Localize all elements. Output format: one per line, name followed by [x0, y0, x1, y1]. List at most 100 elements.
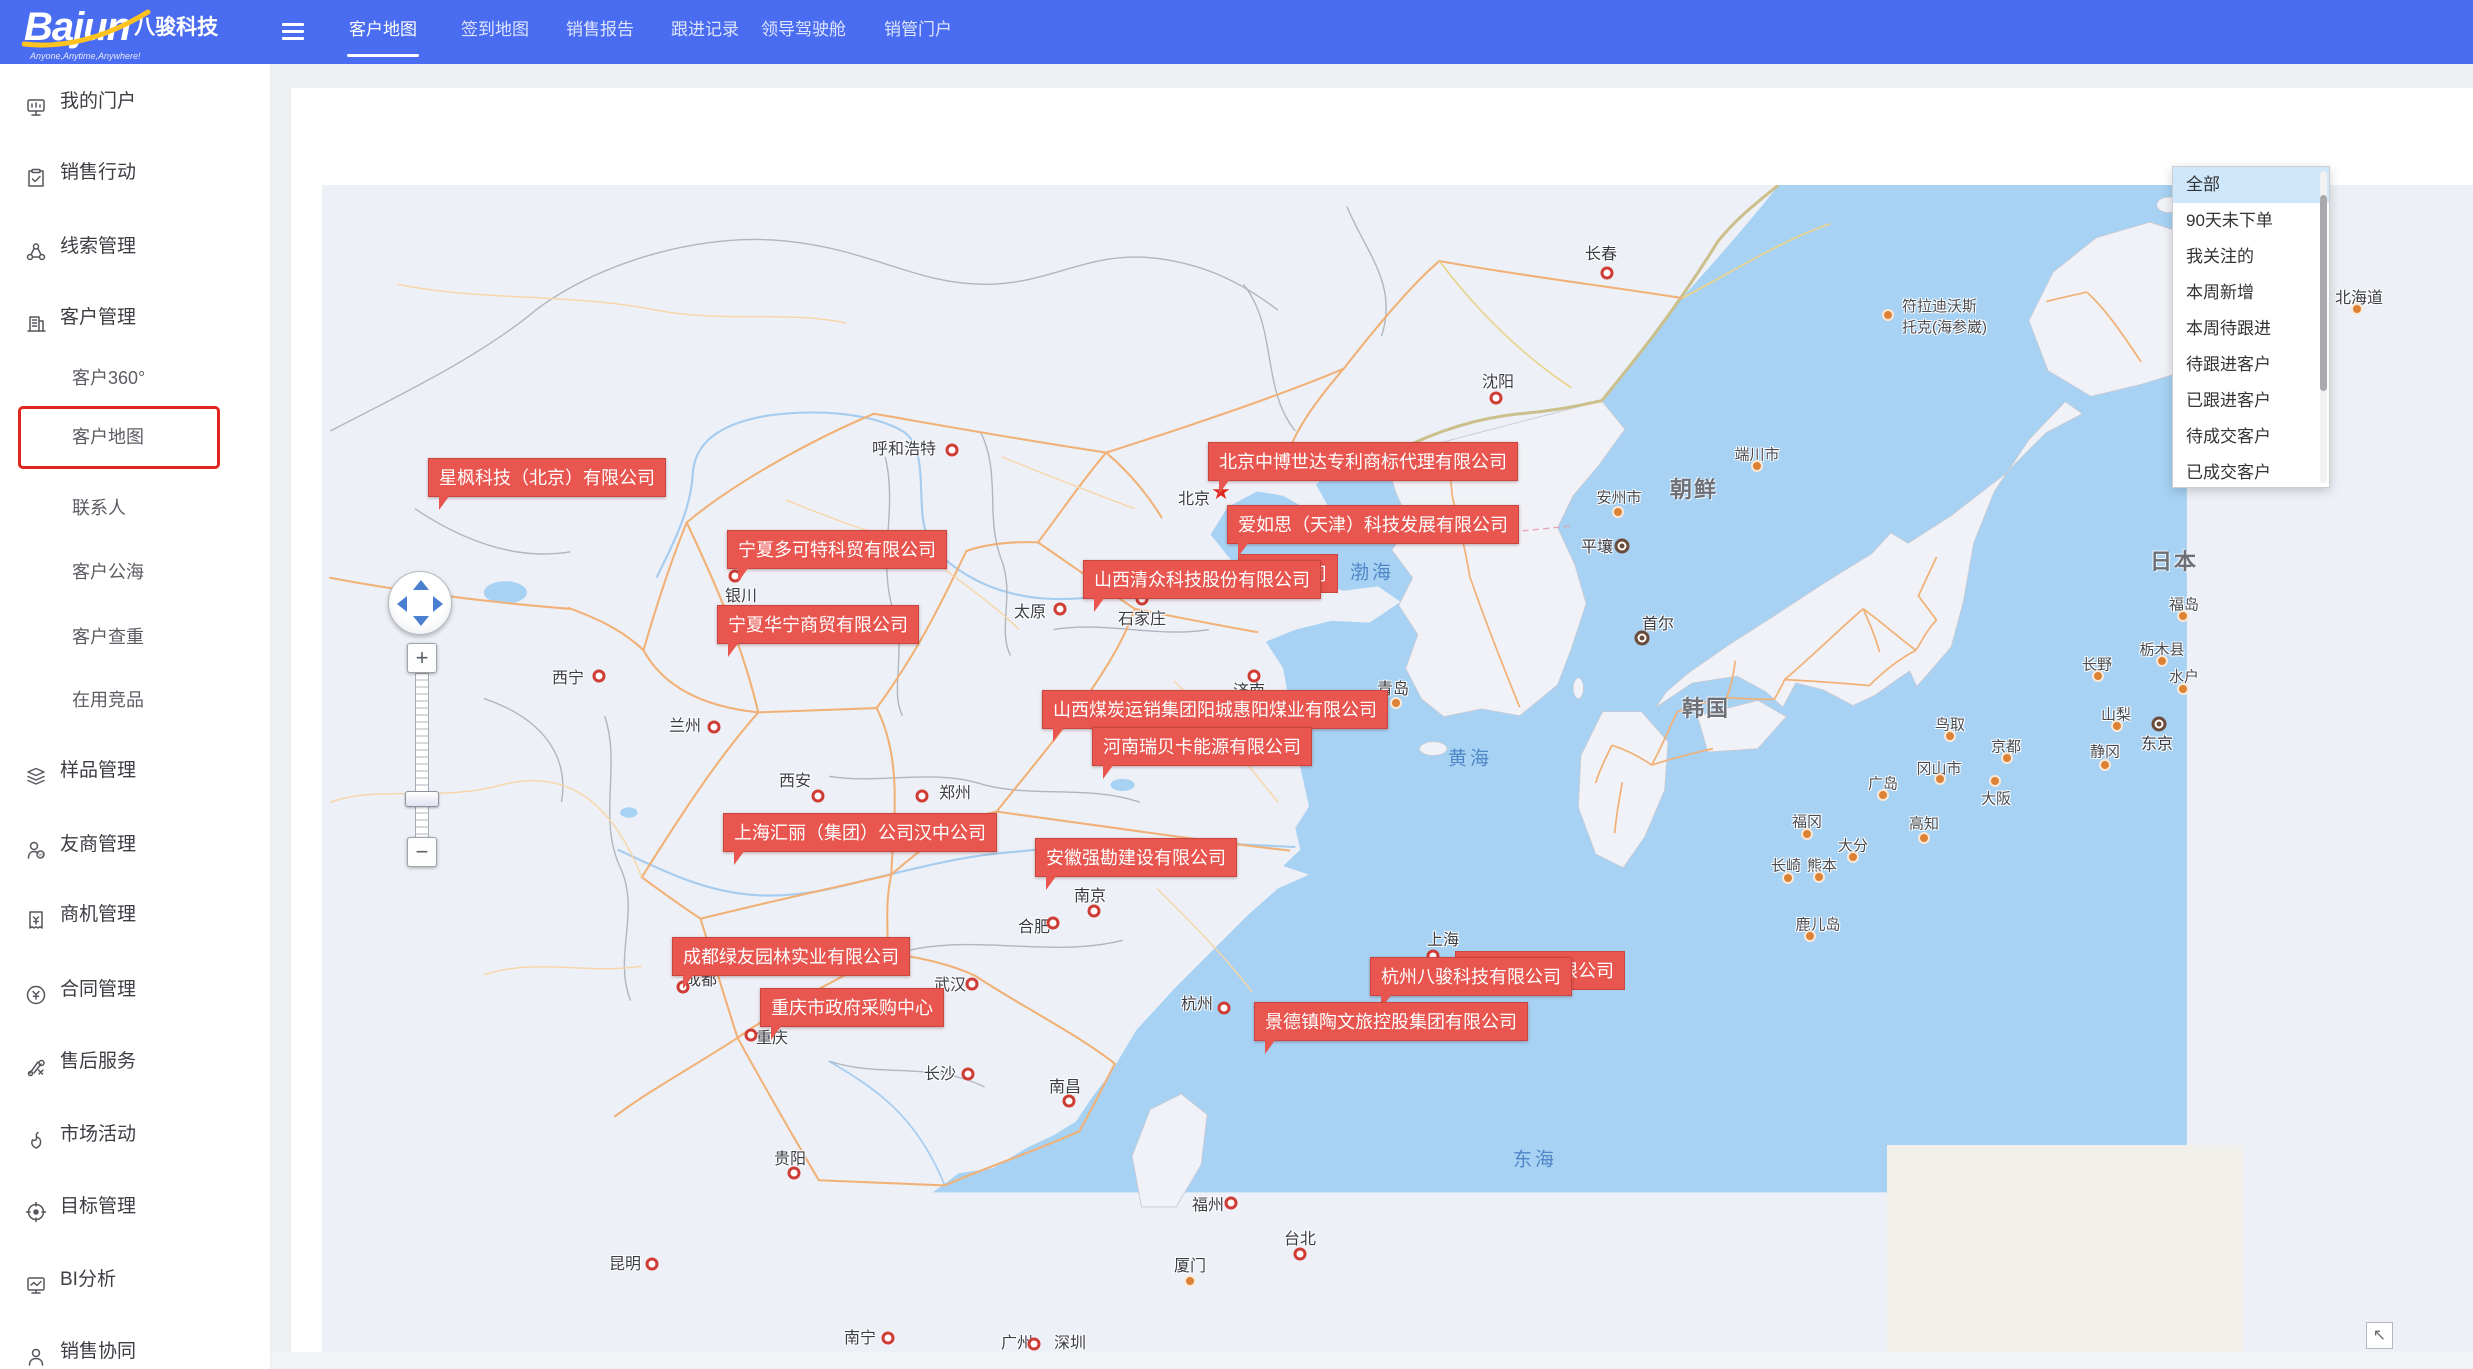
sidebar-item-客户管理[interactable]: 客户管理 — [0, 296, 260, 340]
tab-销售报告[interactable]: 销售报告 — [562, 0, 638, 64]
sidebar-item-客户公海[interactable]: 客户公海 — [0, 550, 260, 594]
company-label[interactable]: 宁夏多可特科贸有限公司 — [727, 530, 947, 569]
city-marker-ring[interactable] — [1601, 267, 1614, 280]
plan-option-待跟进客户[interactable]: 待跟进客户 — [2173, 347, 2329, 383]
city-marker-ring[interactable] — [646, 1258, 659, 1271]
city-marker-dot[interactable] — [1751, 460, 1763, 472]
plan-option-全部[interactable]: 全部 — [2173, 167, 2329, 203]
company-label[interactable]: 北京中博世达专利商标代理有限公司 — [1208, 442, 1518, 481]
sidebar-item-客户查重[interactable]: 客户查重 — [0, 615, 260, 659]
pan-right-icon[interactable] — [433, 596, 443, 612]
sidebar-item-联系人[interactable]: 联系人 — [0, 486, 260, 530]
company-label[interactable]: 山西清众科技股份有限公司 — [1083, 560, 1321, 599]
city-marker-ring[interactable] — [946, 444, 959, 457]
plan-option-本周新增[interactable]: 本周新增 — [2173, 275, 2329, 311]
zoom-slider-handle[interactable] — [405, 791, 439, 807]
city-marker-ring[interactable] — [1047, 917, 1060, 930]
city-marker-dot[interactable] — [1801, 828, 1813, 840]
city-marker-dot[interactable] — [1847, 851, 1859, 863]
city-marker-dot[interactable] — [1944, 730, 1956, 742]
plan-option-已跟进客户[interactable]: 已跟进客户 — [2173, 383, 2329, 419]
tab-签到地图[interactable]: 签到地图 — [457, 0, 533, 64]
sidebar-item-目标管理[interactable]: 目标管理 — [0, 1185, 260, 1229]
city-marker-dot[interactable] — [1934, 773, 1946, 785]
city-marker-ring[interactable] — [1225, 1197, 1238, 1210]
city-marker-ring[interactable] — [1248, 670, 1261, 683]
city-marker-dot[interactable] — [2156, 655, 2168, 667]
zoom-slider-track[interactable] — [415, 673, 429, 839]
sidebar-item-线索管理[interactable]: 线索管理 — [0, 225, 260, 269]
plan-option-90天未下单[interactable]: 90天未下单 — [2173, 203, 2329, 239]
company-label[interactable]: 景德镇陶文旅控股集团有限公司 — [1254, 1002, 1528, 1041]
city-marker-dot[interactable] — [2351, 303, 2363, 315]
city-marker-ring[interactable] — [1028, 1338, 1041, 1351]
sidebar-item-市场活动[interactable]: 市场活动 — [0, 1113, 260, 1157]
city-marker-dot[interactable] — [1918, 832, 1930, 844]
pan-up-icon[interactable] — [413, 580, 429, 590]
city-marker-dot[interactable] — [1782, 872, 1794, 884]
city-marker-ring[interactable] — [812, 790, 825, 803]
city-marker-dot[interactable] — [1804, 930, 1816, 942]
city-marker-dot[interactable] — [1612, 506, 1624, 518]
company-label[interactable]: 安徽强勘建设有限公司 — [1035, 838, 1237, 877]
company-label[interactable]: 河南瑞贝卡能源有限公司 — [1092, 727, 1312, 766]
sidebar-item-我的门户[interactable]: 我的门户 — [0, 80, 260, 124]
city-marker-dot[interactable] — [1882, 309, 1894, 321]
dropdown-scrollbar-thumb[interactable] — [2320, 195, 2327, 391]
pan-left-icon[interactable] — [397, 596, 407, 612]
company-label[interactable]: 山西煤炭运销集团阳城惠阳煤业有限公司 — [1042, 690, 1388, 729]
city-marker-double[interactable] — [2152, 717, 2167, 732]
city-marker-dot[interactable] — [2092, 670, 2104, 682]
tab-领导驾驶舱[interactable]: 领导驾驶舱 — [757, 0, 850, 64]
city-marker-dot[interactable] — [1989, 775, 2001, 787]
tab-跟进记录[interactable]: 跟进记录 — [667, 0, 743, 64]
company-label[interactable]: 星枫科技（北京）有限公司 — [428, 458, 666, 497]
company-label[interactable]: 宁夏华宁商贸有限公司 — [717, 605, 919, 644]
city-marker-ring[interactable] — [916, 790, 929, 803]
city-marker-ring[interactable] — [1218, 1002, 1231, 1015]
sidebar-item-销售行动[interactable]: 销售行动 — [0, 151, 260, 195]
customer-map[interactable]: + − ↖ 司有限公司星枫科技（北京）有限公司北京中博世达专利商标代理有限公司爱… — [322, 185, 2473, 1352]
city-marker-ring[interactable] — [788, 1167, 801, 1180]
city-marker-ring[interactable] — [745, 1029, 758, 1042]
sidebar-item-友商管理[interactable]: vs友商管理 — [0, 823, 260, 867]
plan-option-我关注的[interactable]: 我关注的 — [2173, 239, 2329, 275]
company-label[interactable]: 杭州八骏科技有限公司 — [1370, 957, 1572, 996]
city-marker-ring[interactable] — [1088, 905, 1101, 918]
company-label[interactable]: 成都绿友园林实业有限公司 — [672, 937, 910, 976]
city-marker-dot[interactable] — [2111, 720, 2123, 732]
city-marker-dot[interactable] — [2177, 610, 2189, 622]
sidebar-item-客户360°[interactable]: 客户360° — [0, 356, 260, 400]
plan-option-待成交客户[interactable]: 待成交客户 — [2173, 419, 2329, 455]
city-marker-ring[interactable] — [1490, 392, 1503, 405]
city-marker-ring[interactable] — [882, 1332, 895, 1345]
sidebar-item-合同管理[interactable]: 合同管理 — [0, 968, 260, 1012]
sidebar-item-销售协同[interactable]: 销售协同 — [0, 1330, 260, 1369]
sidebar-item-商机管理[interactable]: 商机管理 — [0, 893, 260, 937]
city-marker-ring[interactable] — [708, 721, 721, 734]
tab-销管门户[interactable]: 销管门户 — [880, 0, 956, 64]
city-marker-ring[interactable] — [1054, 603, 1067, 616]
city-marker-double[interactable] — [1615, 539, 1630, 554]
tab-客户地图[interactable]: 客户地图 — [345, 0, 421, 64]
city-marker-double[interactable] — [1635, 631, 1650, 646]
city-marker-dot[interactable] — [1184, 1275, 1196, 1287]
city-marker-dot[interactable] — [1813, 871, 1825, 883]
map-pan-control[interactable] — [388, 571, 452, 635]
zoom-out-button[interactable]: − — [407, 837, 437, 867]
company-label[interactable]: 上海汇丽（集团）公司汉中公司 — [723, 813, 997, 852]
sidebar-item-售后服务[interactable]: 售后服务 — [0, 1040, 260, 1084]
city-marker-dot[interactable] — [1877, 789, 1889, 801]
pan-down-icon[interactable] — [413, 616, 429, 626]
plan-option-本周待跟进[interactable]: 本周待跟进 — [2173, 311, 2329, 347]
city-marker-dot[interactable] — [1390, 697, 1402, 709]
sidebar-item-在用竞品[interactable]: 在用竞品 — [0, 678, 260, 722]
sidebar-item-样品管理[interactable]: 样品管理 — [0, 749, 260, 793]
city-marker-ring[interactable] — [966, 978, 979, 991]
city-marker-ring[interactable] — [1294, 1248, 1307, 1261]
map-overview-button[interactable]: ↖ — [2366, 1322, 2393, 1349]
company-label[interactable]: 爱如思（天津）科技发展有限公司 — [1227, 505, 1519, 544]
city-marker-dot[interactable] — [2001, 752, 2013, 764]
company-label[interactable]: 重庆市政府采购中心 — [760, 988, 944, 1027]
city-marker-ring[interactable] — [1063, 1095, 1076, 1108]
